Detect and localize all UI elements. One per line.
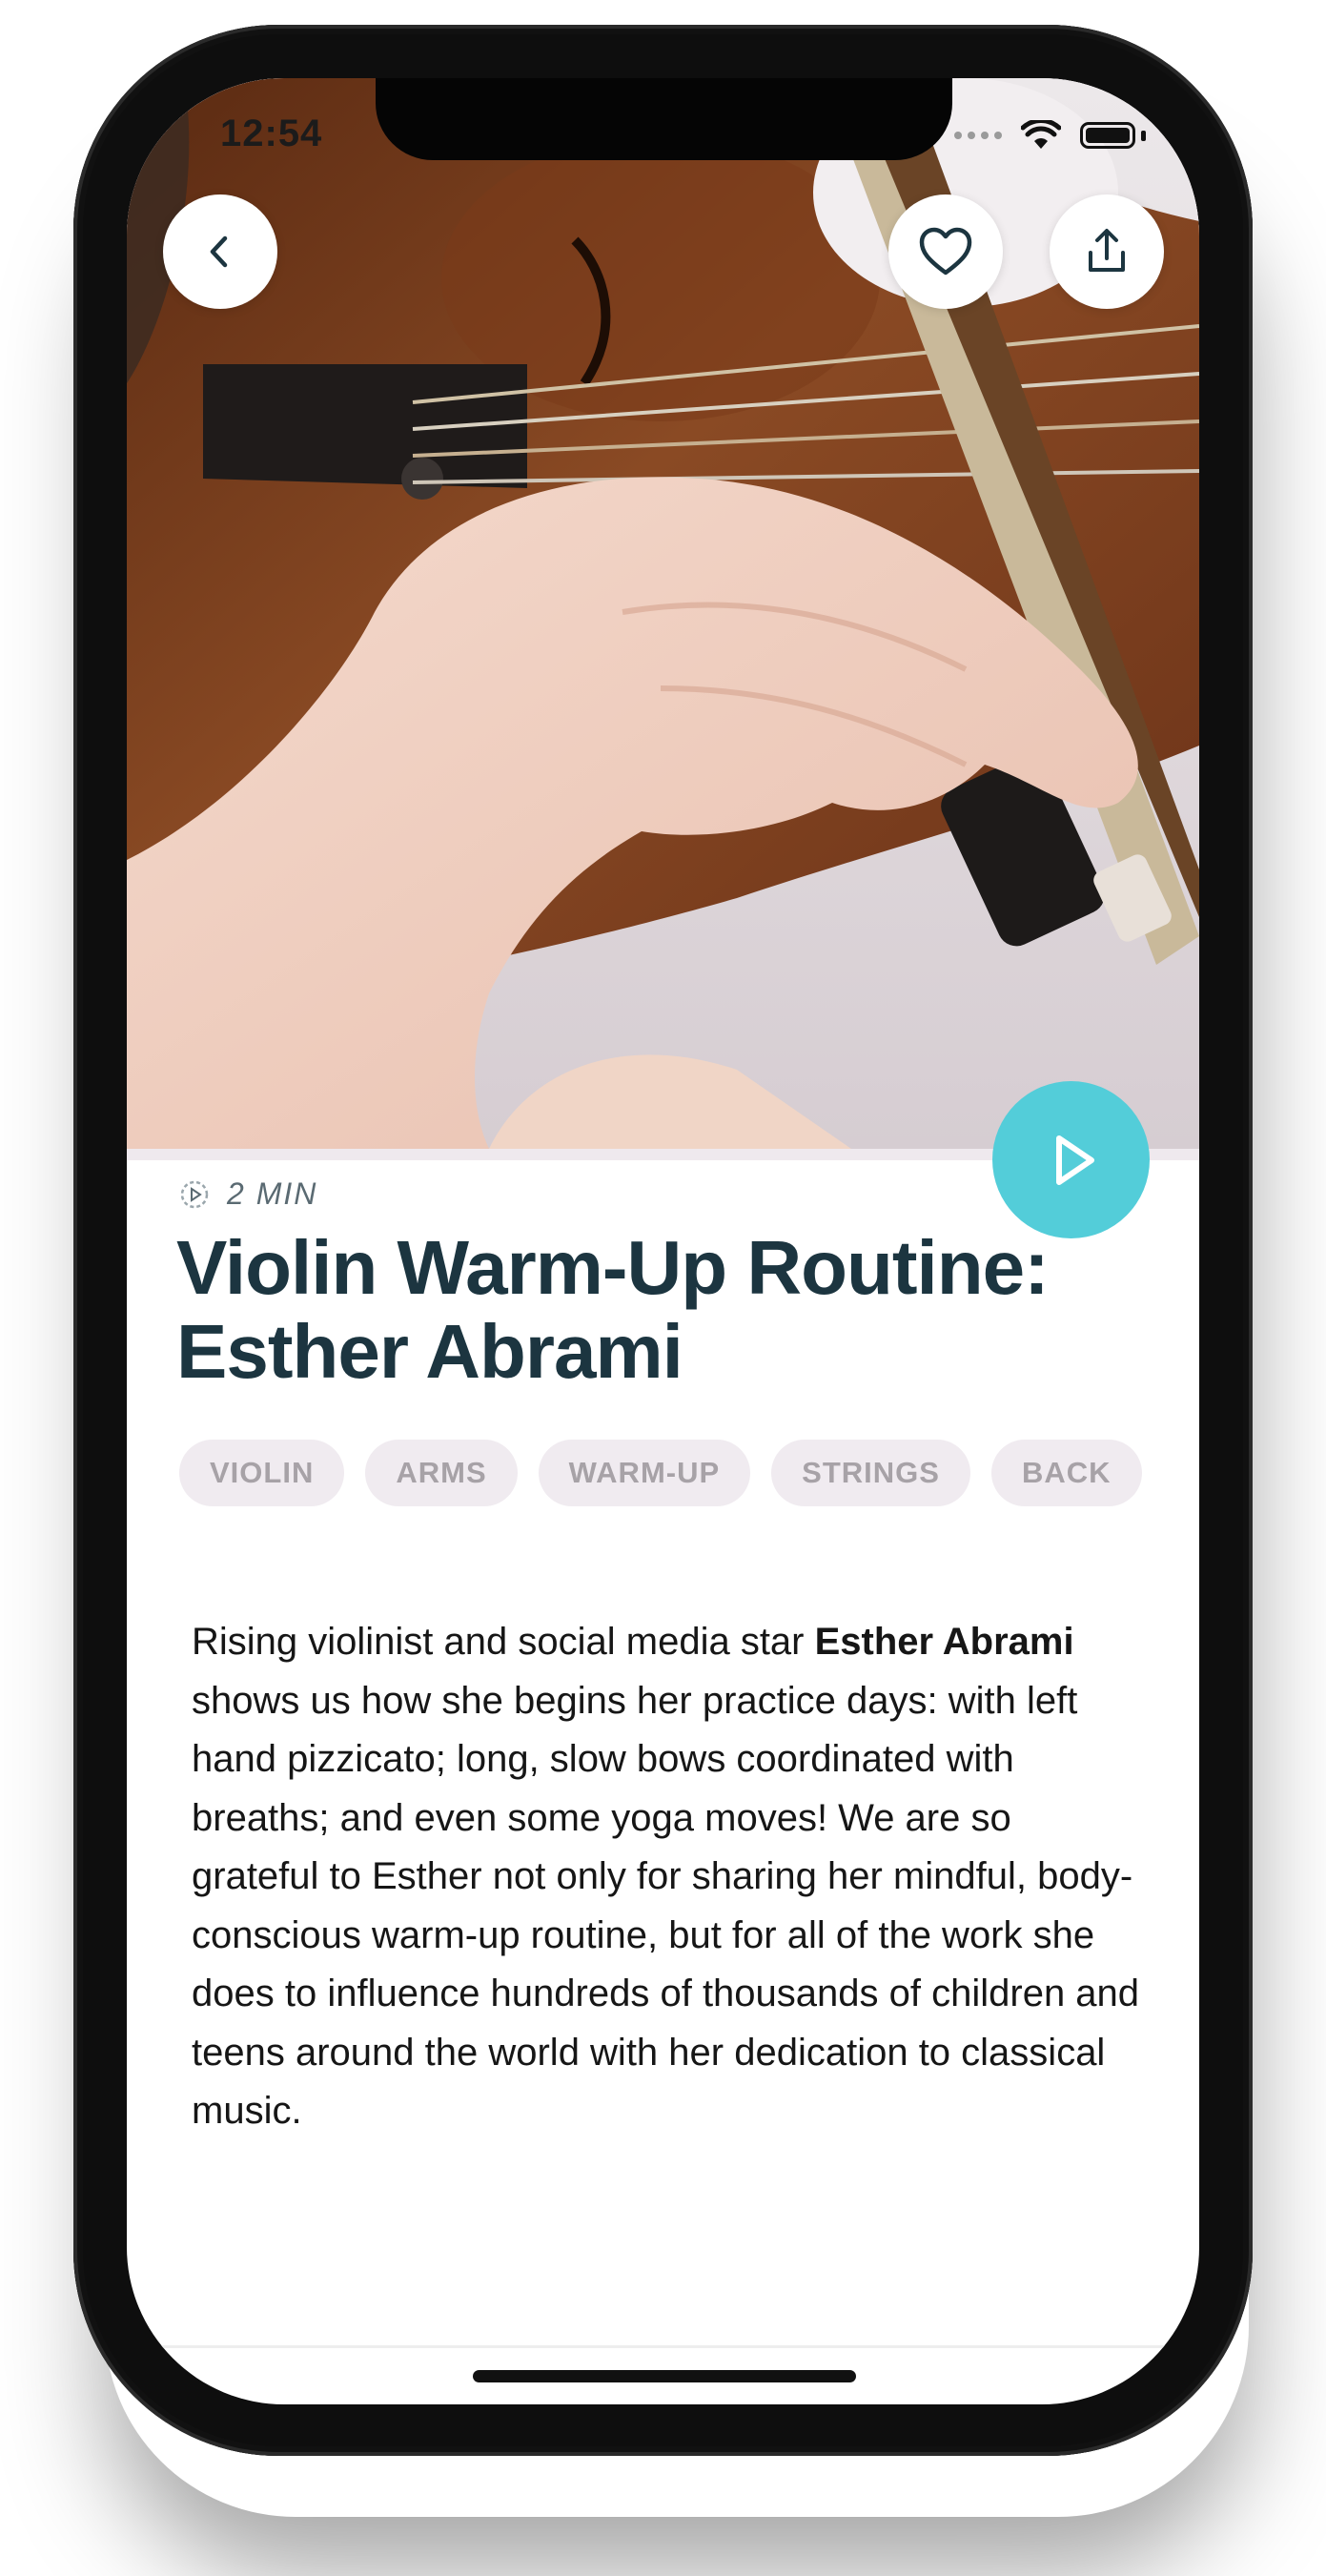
share-button[interactable]	[1050, 194, 1164, 309]
lesson-title: Violin Warm-Up Routine: Esther Abrami	[176, 1225, 1050, 1394]
status-time: 12:54	[220, 112, 323, 154]
back-button[interactable]	[163, 194, 277, 309]
play-button[interactable]	[992, 1081, 1150, 1238]
lesson-duration: 2 MIN	[227, 1176, 318, 1211]
lesson-meta: 2 MIN	[179, 1176, 317, 1212]
cellular-signal-icon	[954, 132, 1002, 139]
description-artist-name: Esther Abrami	[814, 1621, 1074, 1663]
tag-list: VIOLIN ARMS WARM-UP STRINGS BACK	[179, 1440, 1142, 1506]
bottom-divider	[127, 2345, 1199, 2348]
wifi-icon	[1021, 120, 1061, 149]
description-intro: Rising violinist and social media star	[192, 1621, 815, 1663]
battery-icon	[1080, 122, 1146, 149]
device-notch	[376, 78, 952, 160]
favorite-button[interactable]	[888, 194, 1003, 309]
heart-icon	[919, 227, 972, 276]
status-icons	[954, 120, 1146, 151]
app-screen: 12:54 2 MIN Violin Warm-Up Routine: Esth…	[127, 78, 1199, 2404]
device-scene: 12:54 2 MIN Violin Warm-Up Routine: Esth…	[0, 0, 1326, 2576]
chevron-left-icon	[210, 235, 228, 268]
play-icon	[1055, 1135, 1094, 1185]
description-body: shows us how she begins her practice day…	[192, 1679, 1140, 2133]
video-duration-icon	[180, 1180, 209, 1208]
hero-video-thumbnail[interactable]	[127, 78, 1199, 1149]
tag-chip[interactable]: WARM-UP	[538, 1440, 751, 1506]
violin-photo	[127, 78, 1199, 1149]
share-icon	[1089, 229, 1125, 272]
lesson-description: Rising violinist and social media star E…	[192, 1613, 1145, 2141]
home-indicator[interactable]	[473, 2370, 856, 2382]
tag-chip[interactable]: BACK	[990, 1440, 1142, 1506]
tag-chip[interactable]: ARMS	[365, 1440, 518, 1506]
tag-chip[interactable]: VIOLIN	[179, 1440, 345, 1506]
tag-chip[interactable]: STRINGS	[771, 1440, 970, 1506]
